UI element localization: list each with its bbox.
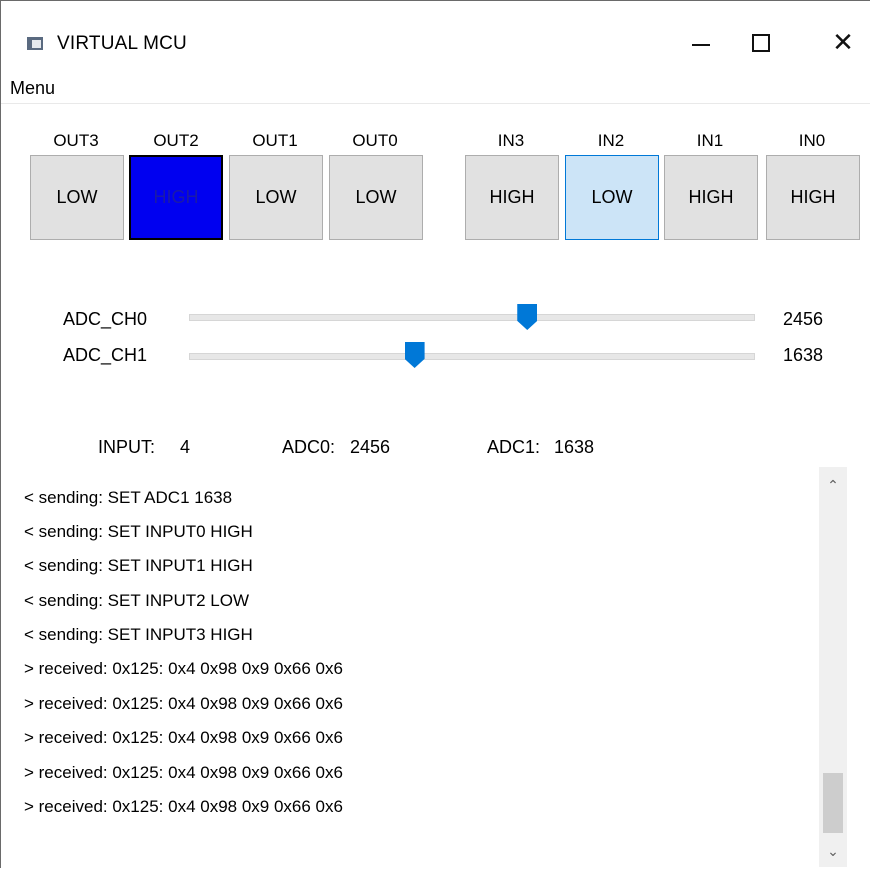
- menu-item-menu[interactable]: Menu: [10, 78, 55, 99]
- out0-label: OUT0: [352, 131, 398, 150]
- menu-bar: Menu: [1, 71, 870, 104]
- in0-label: IN0: [798, 131, 826, 150]
- log-line: < sending: SET INPUT1 HIGH: [24, 556, 253, 575]
- in3-button[interactable]: HIGH: [465, 155, 559, 240]
- status-adc0-label: ADC0:: [282, 437, 336, 457]
- status-input-value: 4: [180, 437, 191, 457]
- adc-ch1-value: 1638: [783, 345, 824, 365]
- in3-label: IN3: [497, 131, 525, 150]
- adc-ch0-value: 2456: [783, 309, 824, 329]
- minimize-button[interactable]: [682, 25, 722, 61]
- app-window-icon: [27, 37, 43, 50]
- log-line: > received: 0x125: 0x4 0x98 0x9 0x66 0x6: [24, 694, 343, 713]
- scroll-down-icon[interactable]: ⌄: [819, 837, 847, 865]
- log-line: < sending: SET INPUT3 HIGH: [24, 625, 253, 644]
- adc-ch1-label: ADC_CH1: [63, 345, 148, 365]
- out0-button[interactable]: LOW: [329, 155, 423, 240]
- status-input-label: INPUT:: [98, 437, 156, 457]
- log-line: < sending: SET INPUT2 LOW: [24, 591, 250, 610]
- adc-ch0-track[interactable]: [189, 314, 755, 321]
- in1-label: IN1: [696, 131, 724, 150]
- window-title: VIRTUAL MCU: [57, 33, 187, 54]
- adc-ch0-slider-thumb[interactable]: [517, 304, 538, 330]
- status-adc0-value: 2456: [350, 437, 391, 457]
- adc-ch1-slider-thumb[interactable]: [404, 342, 425, 368]
- out2-button[interactable]: HIGH: [129, 155, 223, 240]
- log-vertical-scrollbar[interactable]: ⌃ ⌄: [819, 467, 847, 867]
- out3-button[interactable]: LOW: [30, 155, 124, 240]
- out2-label: OUT2: [153, 131, 199, 150]
- out3-label: OUT3: [53, 131, 99, 150]
- in0-button[interactable]: HIGH: [766, 155, 860, 240]
- adc-ch1-track[interactable]: [189, 353, 755, 360]
- status-adc1-value: 1638: [554, 437, 595, 457]
- log-line: > received: 0x125: 0x4 0x98 0x9 0x66 0x6: [24, 797, 343, 816]
- in2-label: IN2: [597, 131, 625, 150]
- out1-button[interactable]: LOW: [229, 155, 323, 240]
- log-line: < sending: SET ADC1 1638: [24, 488, 233, 507]
- scroll-up-icon[interactable]: ⌃: [819, 471, 847, 499]
- in1-button[interactable]: HIGH: [664, 155, 758, 240]
- scrollbar-thumb[interactable]: [823, 773, 843, 833]
- log-line: < sending: SET INPUT0 HIGH: [24, 522, 253, 541]
- title-bar[interactable]: VIRTUAL MCU ✕: [1, 1, 870, 71]
- log-line: > received: 0x125: 0x4 0x98 0x9 0x66 0x6: [24, 728, 343, 747]
- log-line: > received: 0x125: 0x4 0x98 0x9 0x66 0x6: [24, 659, 343, 678]
- in2-button[interactable]: LOW: [565, 155, 659, 240]
- status-adc1-label: ADC1:: [487, 437, 541, 457]
- log-line: > received: 0x125: 0x4 0x98 0x9 0x66 0x6: [24, 763, 343, 782]
- adc-ch0-label: ADC_CH0: [63, 309, 148, 329]
- app-window: VIRTUAL MCU ✕ Menu OUT3 OUT2 OUT1 OUT0 L…: [0, 0, 870, 868]
- close-button[interactable]: ✕: [823, 25, 863, 61]
- maximize-button[interactable]: [741, 25, 781, 61]
- out1-label: OUT1: [252, 131, 298, 150]
